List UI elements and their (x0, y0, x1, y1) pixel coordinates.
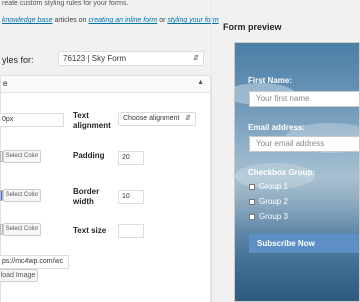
subscribe-button[interactable]: Subscribe Now (249, 234, 359, 253)
text-alignment-select-value: Choose alignment (123, 115, 180, 122)
knowledge-base-link[interactable]: knowledge base (2, 17, 53, 24)
padding-label: Padding (73, 151, 105, 160)
styles-for-label: yles for: (2, 55, 34, 65)
width-input[interactable]: 0px (0, 113, 64, 127)
group-2-label: Group 2 (259, 197, 288, 206)
panel-title: e (3, 79, 8, 88)
first-name-input[interactable]: Your first name (249, 91, 359, 107)
text-size-label: Text size (73, 226, 107, 235)
group-1-checkbox[interactable] (249, 184, 255, 190)
text-alignment-label: Text alignment (73, 111, 111, 130)
text-size-input[interactable] (118, 224, 144, 238)
checkbox-group-label: Checkbox Group: (248, 168, 316, 177)
select-color-button[interactable]: Select Color (3, 189, 41, 202)
chevron-updown-icon: ⇵ (185, 115, 191, 122)
image-url-input[interactable]: ps://mc4wp.com/wc (0, 255, 69, 269)
email-input[interactable]: Your email address (249, 136, 359, 152)
group-1-label: Group 1 (259, 182, 288, 191)
select-color-button[interactable]: Select Color (3, 223, 41, 236)
help-links: knowledge base articles on creating an i… (2, 17, 219, 24)
preview-title: Form preview (223, 22, 282, 32)
form-select-value: 76123 | Sky Form (63, 54, 126, 63)
group-3-label: Group 3 (259, 212, 288, 221)
column-divider (211, 0, 212, 302)
border-width-label: Border width (73, 187, 100, 206)
group-3-checkbox[interactable] (249, 214, 255, 220)
padding-input[interactable]: 20 (118, 151, 144, 165)
inline-form-link[interactable]: creating an inline form (88, 17, 157, 24)
first-name-label: First Name: (248, 76, 293, 85)
help-text-or: or (157, 17, 168, 24)
intro-text: reate custom styling rules for your form… (2, 0, 129, 7)
border-width-input[interactable]: 10 (118, 190, 144, 204)
email-label: Email address: (248, 123, 305, 132)
form-select[interactable]: 76123 | Sky Form ⇵ (58, 51, 204, 66)
form-preview: First Name: Your first name Email addres… (234, 42, 360, 302)
upload-image-button[interactable]: load Image (0, 269, 38, 282)
select-color-button[interactable]: Select Color (3, 150, 41, 163)
panel-header[interactable]: e ▲ (0, 75, 211, 93)
help-text-articles: articles on (52, 17, 89, 24)
group-2-checkbox[interactable] (249, 199, 255, 205)
text-alignment-select[interactable]: Choose alignment ⇵ (118, 112, 196, 126)
chevron-updown-icon: ⇵ (193, 55, 199, 62)
collapse-triangle-icon[interactable]: ▲ (197, 79, 204, 86)
